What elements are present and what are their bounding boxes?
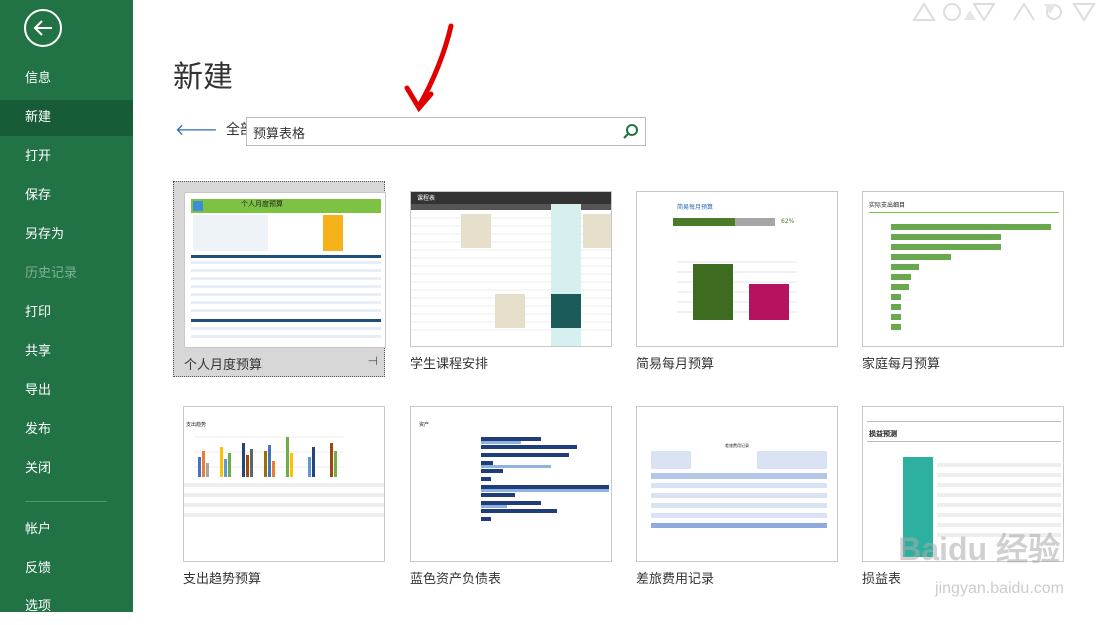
thumb-balance-sheet-graphic [481, 437, 609, 521]
thumb-title: 差旅费用记录 [725, 443, 749, 448]
back-arrow-icon [33, 20, 52, 36]
template-label: 蓝色资产负债表 [410, 572, 502, 587]
thumb-title: 课程表 [417, 195, 436, 202]
search-input[interactable] [253, 123, 613, 141]
template-thumbnail: 差旅费用记录 [636, 406, 838, 562]
template-label: 学生课程安排 [410, 357, 489, 372]
thumb-simple-budget-graphic [673, 218, 797, 320]
nav-info[interactable]: 信息 [0, 61, 133, 97]
template-label: 支出趋势预算 [183, 572, 262, 587]
template-card-personal-monthly-budget[interactable]: 个人月度预算 个人月度预算 ⊣ [173, 181, 386, 377]
nav-divider [25, 501, 107, 502]
backstage-sidebar: 信息 新建 打开 保存 另存为 历史记录 打印 共享 导出 发布 关闭 帐户 反… [0, 0, 133, 614]
template-thumbnail: 简易每月预算 62% [636, 191, 838, 347]
nav-export[interactable]: 导出 [0, 373, 133, 409]
template-card-blue-balance-sheet[interactable]: 资产 蓝色资产负债表 [400, 396, 612, 592]
template-thumbnail: 实际支出细目 [862, 191, 1064, 347]
nav-print[interactable]: 打印 [0, 295, 133, 331]
template-thumbnail: 个人月度预算 [184, 192, 386, 348]
template-card-simple-monthly-budget[interactable]: 简易每月预算 62% 简易每月预算 [626, 181, 838, 377]
nav-feedback[interactable]: 反馈 [0, 551, 133, 587]
thumb-title: 支出趋势 [186, 422, 207, 428]
back-button[interactable] [24, 9, 62, 47]
thumb-expense-trend-graphic [184, 436, 384, 517]
template-card-travel-expense-log[interactable]: 差旅费用记录 差旅费用记录 [626, 396, 838, 592]
template-thumbnail: 支出趋势 [183, 406, 385, 562]
thumb-title: 实际支出细目 [869, 202, 906, 209]
nav-share[interactable]: 共享 [0, 334, 133, 370]
template-label: 个人月度预算 [184, 358, 263, 373]
page-title: 新建 [173, 60, 233, 95]
left-arrow-icon: 🡐 [175, 120, 218, 139]
pin-icon[interactable]: ⊣ [368, 354, 378, 368]
template-thumbnail: 损益预测 [862, 406, 1064, 562]
template-label: 简易每月预算 [636, 357, 715, 372]
template-card-student-schedule[interactable]: 课程表 学生课程安排 [400, 181, 612, 377]
nav-new[interactable]: 新建 [0, 100, 133, 136]
nav-history: 历史记录 [25, 266, 78, 281]
thumb-family-budget-graphic [869, 212, 1059, 330]
template-thumbnail: 资产 [410, 406, 612, 562]
search-box [246, 117, 646, 146]
nav-save[interactable]: 保存 [0, 178, 133, 214]
nav-account[interactable]: 帐户 [0, 512, 133, 548]
template-thumbnail: 课程表 [410, 191, 612, 347]
search-icon[interactable] [621, 122, 641, 142]
nav-options[interactable]: 选项 [0, 589, 133, 625]
annotation-arrow-icon [404, 23, 454, 113]
thumb-percent: 62% [781, 218, 795, 225]
thumb-title: 简易每月预算 [677, 204, 714, 211]
thumb-title: 个人月度预算 [241, 200, 283, 208]
nav-publish[interactable]: 发布 [0, 412, 133, 448]
home-link[interactable]: 🡐 全部 [175, 119, 254, 139]
main-panel: 新建 🡐 全部 个人月度预算 个人月度预算 ⊣ [133, 0, 1104, 612]
template-card-expense-trend-budget[interactable]: 支出趋势 支出趋势预算 [173, 396, 385, 592]
thumb-travel-expense-graphic [651, 451, 827, 528]
decorative-pattern-icon [912, 2, 1096, 22]
nav-close[interactable]: 关闭 [0, 451, 133, 487]
template-label: 家庭每月预算 [862, 357, 941, 372]
nav-open[interactable]: 打开 [0, 139, 133, 175]
thumb-title: 资产 [419, 422, 430, 428]
thumb-personal-budget-graphic [191, 199, 381, 338]
thumb-title: 损益预测 [869, 430, 897, 438]
nav-save-as[interactable]: 另存为 [0, 217, 133, 253]
thumb-schedule-graphic [411, 192, 611, 346]
template-label: 损益表 [862, 572, 902, 587]
template-label: 差旅费用记录 [636, 572, 715, 587]
template-card-family-monthly-budget[interactable]: 实际支出细目 家庭每月预算 [852, 181, 1064, 377]
template-card-income-statement[interactable]: 损益预测 损益表 [852, 396, 1064, 592]
